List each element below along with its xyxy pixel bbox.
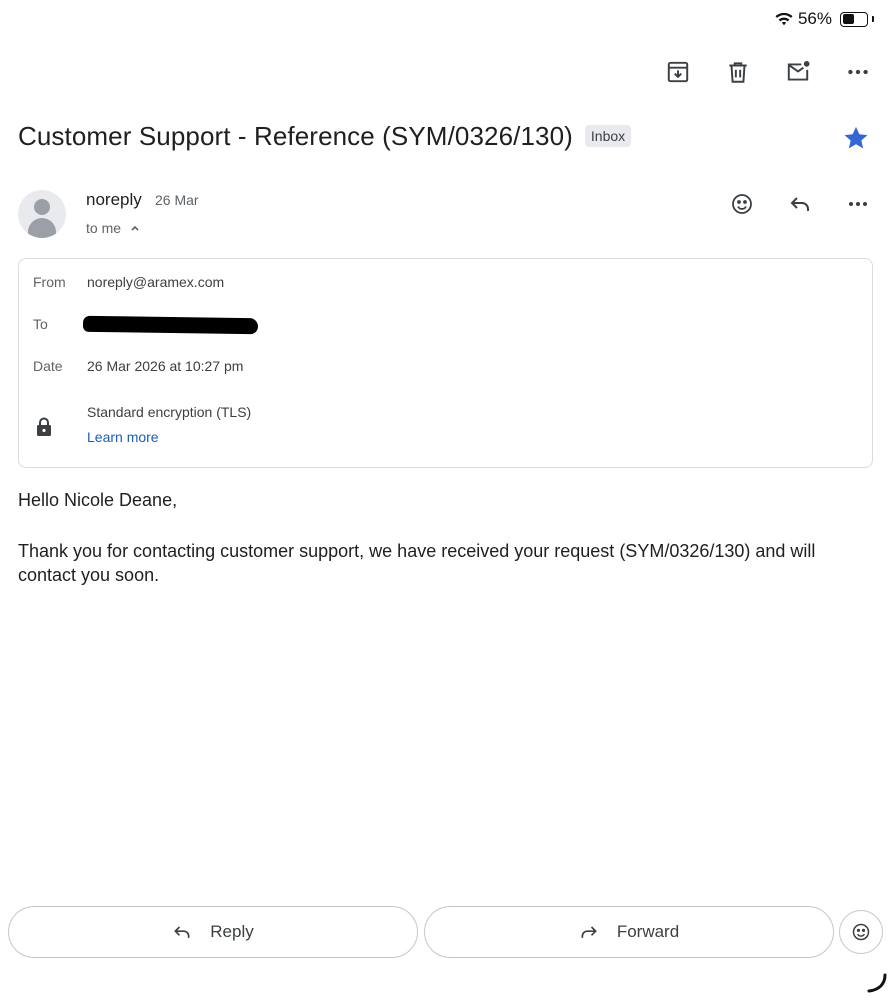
more-horizontal-icon	[848, 69, 868, 75]
reply-icon-button[interactable]	[786, 190, 814, 218]
smiley-icon	[732, 194, 752, 214]
more-horizontal-icon	[849, 202, 867, 206]
inbox-label-chip[interactable]: Inbox	[584, 125, 632, 147]
battery-icon	[840, 11, 868, 27]
message-more-button[interactable]	[844, 190, 872, 218]
message-toolbar	[664, 58, 872, 86]
to-label: To	[33, 316, 48, 332]
more-options-button[interactable]	[844, 58, 872, 86]
email-subject: Customer Support - Reference (SYM/0326/1…	[18, 120, 573, 151]
forward-button[interactable]: Forward	[424, 906, 834, 958]
email-view: 56% Customer Support - Reference (SYM/03…	[0, 0, 892, 1000]
status-bar: 56%	[774, 8, 874, 30]
battery-tip	[872, 16, 874, 22]
wifi-icon	[775, 12, 793, 26]
sender-actions	[728, 190, 872, 218]
react-emoji-button[interactable]	[839, 910, 883, 954]
reply-icon	[174, 926, 190, 938]
sender-date: 26 Mar	[155, 192, 199, 208]
scroll-indicator-icon	[867, 973, 887, 993]
archive-icon	[667, 61, 689, 83]
email-body: Thank you for contacting customer suppor…	[18, 541, 816, 585]
sender-avatar	[18, 190, 66, 238]
reply-button[interactable]: Reply	[8, 906, 418, 958]
subject-row: Customer Support - Reference (SYM/0326/1…	[18, 116, 874, 156]
forward-icon	[581, 926, 597, 938]
from-label: From	[33, 274, 66, 290]
smiley-icon	[852, 923, 870, 941]
from-value: noreply@aramex.com	[87, 274, 225, 290]
date-label: Date	[33, 358, 63, 374]
star-icon[interactable]	[842, 124, 870, 152]
recipient-summary: to me	[86, 220, 122, 236]
email-greeting: Hello Nicole Deane,	[18, 490, 178, 510]
reply-label: Reply	[210, 922, 254, 941]
sender-name: noreply	[86, 190, 142, 209]
trash-icon	[729, 62, 747, 83]
redacted-recipient	[82, 315, 259, 335]
message-details-panel: From noreply@aramex.com To Date 26 Mar 2…	[18, 258, 873, 468]
lock-icon	[37, 417, 51, 436]
battery-percent: 56%	[797, 9, 832, 28]
mark-unread-button[interactable]	[784, 58, 812, 86]
date-value: 26 Mar 2026 at 10:27 pm	[87, 358, 244, 374]
recipient-toggle[interactable]: to me	[86, 220, 141, 236]
reply-icon	[790, 197, 809, 211]
delete-button[interactable]	[724, 58, 752, 86]
archive-button[interactable]	[664, 58, 692, 86]
forward-label: Forward	[616, 922, 680, 941]
add-reaction-button[interactable]	[728, 190, 756, 218]
encryption-text: Standard encryption (TLS)	[87, 404, 252, 420]
mark-unread-icon	[787, 61, 810, 81]
learn-more-link[interactable]: Learn more	[87, 429, 159, 445]
chevron-up-icon	[131, 225, 139, 231]
